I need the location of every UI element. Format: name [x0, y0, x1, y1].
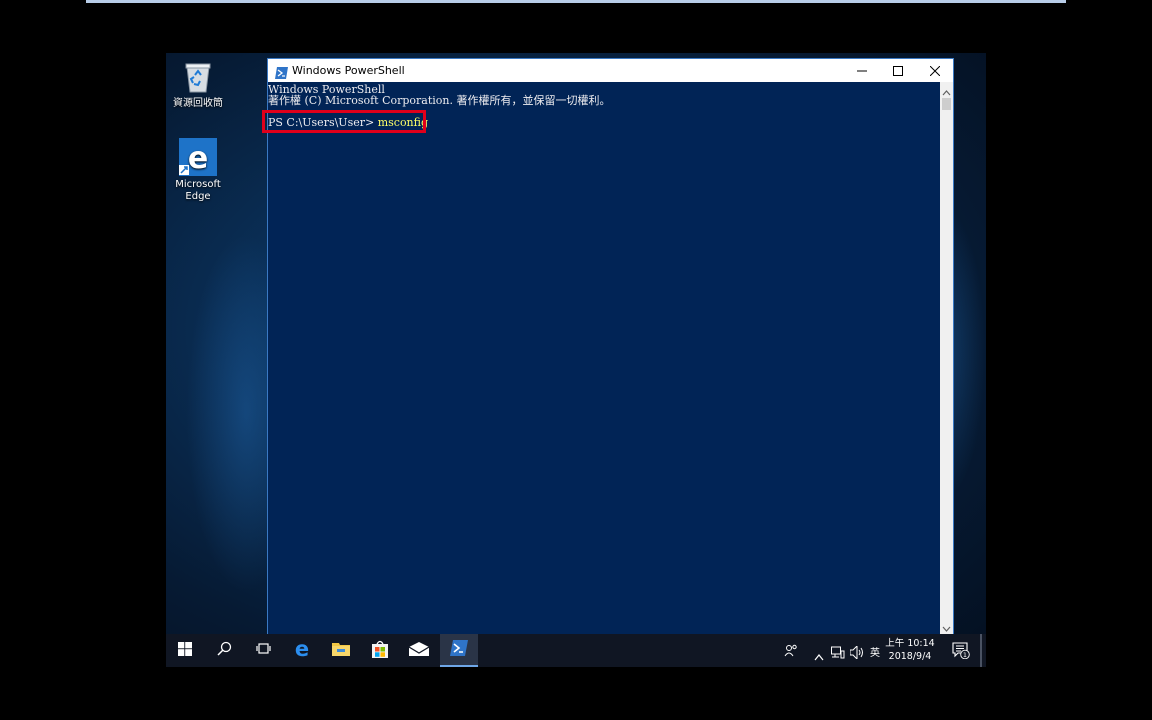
clock-time: 上午 10:14	[885, 638, 935, 649]
desktop-icon-recycle-bin[interactable]: 資源回收筒	[166, 59, 230, 110]
scroll-up-icon[interactable]	[940, 84, 953, 96]
close-icon	[929, 61, 941, 80]
command-highlight-box	[262, 110, 426, 133]
desktop-icon-edge[interactable]: e Microsoft Edge	[166, 138, 230, 203]
taskbar-mail[interactable]	[400, 634, 438, 667]
powershell-window[interactable]: Windows PowerShell Windows PowerShell 著作…	[267, 58, 954, 634]
start-icon	[178, 641, 192, 660]
task-view-button[interactable]	[244, 634, 282, 667]
close-button[interactable]	[917, 59, 953, 82]
vertical-scrollbar[interactable]	[940, 82, 953, 634]
powershell-icon	[450, 639, 468, 660]
search-icon	[216, 641, 232, 660]
minimize-button[interactable]	[844, 59, 880, 82]
network-icon[interactable]	[831, 644, 845, 663]
recycle-bin-label: 資源回收筒	[173, 98, 223, 109]
show-desktop-button[interactable]	[980, 634, 982, 667]
scroll-down-icon[interactable]	[940, 620, 953, 632]
task-view-icon	[255, 641, 271, 660]
powershell-icon	[275, 64, 288, 79]
edge-label: Microsoft Edge	[175, 179, 221, 202]
recycle-bin-icon	[180, 59, 216, 95]
notification-count: 1	[963, 651, 967, 659]
edge-icon: e	[179, 138, 217, 176]
mail-icon	[408, 641, 430, 660]
notification-icon[interactable]: 1	[952, 642, 970, 663]
edge-icon: e	[293, 637, 311, 662]
console-area[interactable]: Windows PowerShell 著作權 (C) Microsoft Cor…	[268, 82, 940, 634]
title-bar[interactable]: Windows PowerShell	[268, 59, 953, 82]
taskbar-powershell[interactable]	[440, 634, 478, 667]
maximize-icon	[893, 61, 903, 80]
chevron-up-icon[interactable]	[814, 646, 824, 665]
clock-date: 2018/9/4	[888, 651, 932, 662]
ime-indicator[interactable]: 英	[870, 644, 880, 659]
store-icon	[371, 640, 389, 662]
minimize-icon	[857, 61, 867, 80]
svg-text:e: e	[188, 141, 208, 176]
taskbar-store[interactable]	[361, 634, 399, 667]
taskbar-file-explorer[interactable]	[322, 634, 360, 667]
search-button[interactable]	[205, 634, 243, 667]
svg-text:e: e	[295, 640, 309, 658]
volume-icon[interactable]	[849, 644, 865, 663]
window-title: Windows PowerShell	[292, 64, 405, 77]
start-button[interactable]	[166, 634, 204, 667]
taskbar-edge[interactable]: e	[283, 634, 321, 667]
maximize-button[interactable]	[880, 59, 916, 82]
top-strip	[86, 0, 1066, 3]
file-explorer-icon	[332, 641, 350, 660]
taskbar: e 英 上午 10:14 2018/9/4 1	[166, 634, 986, 667]
console-copyright-line: 著作權 (C) Microsoft Corporation. 著作權所有，並保留…	[268, 94, 611, 107]
scroll-thumb[interactable]	[942, 98, 951, 110]
clock[interactable]: 上午 10:14 2018/9/4	[880, 637, 940, 663]
people-icon[interactable]	[784, 643, 798, 662]
